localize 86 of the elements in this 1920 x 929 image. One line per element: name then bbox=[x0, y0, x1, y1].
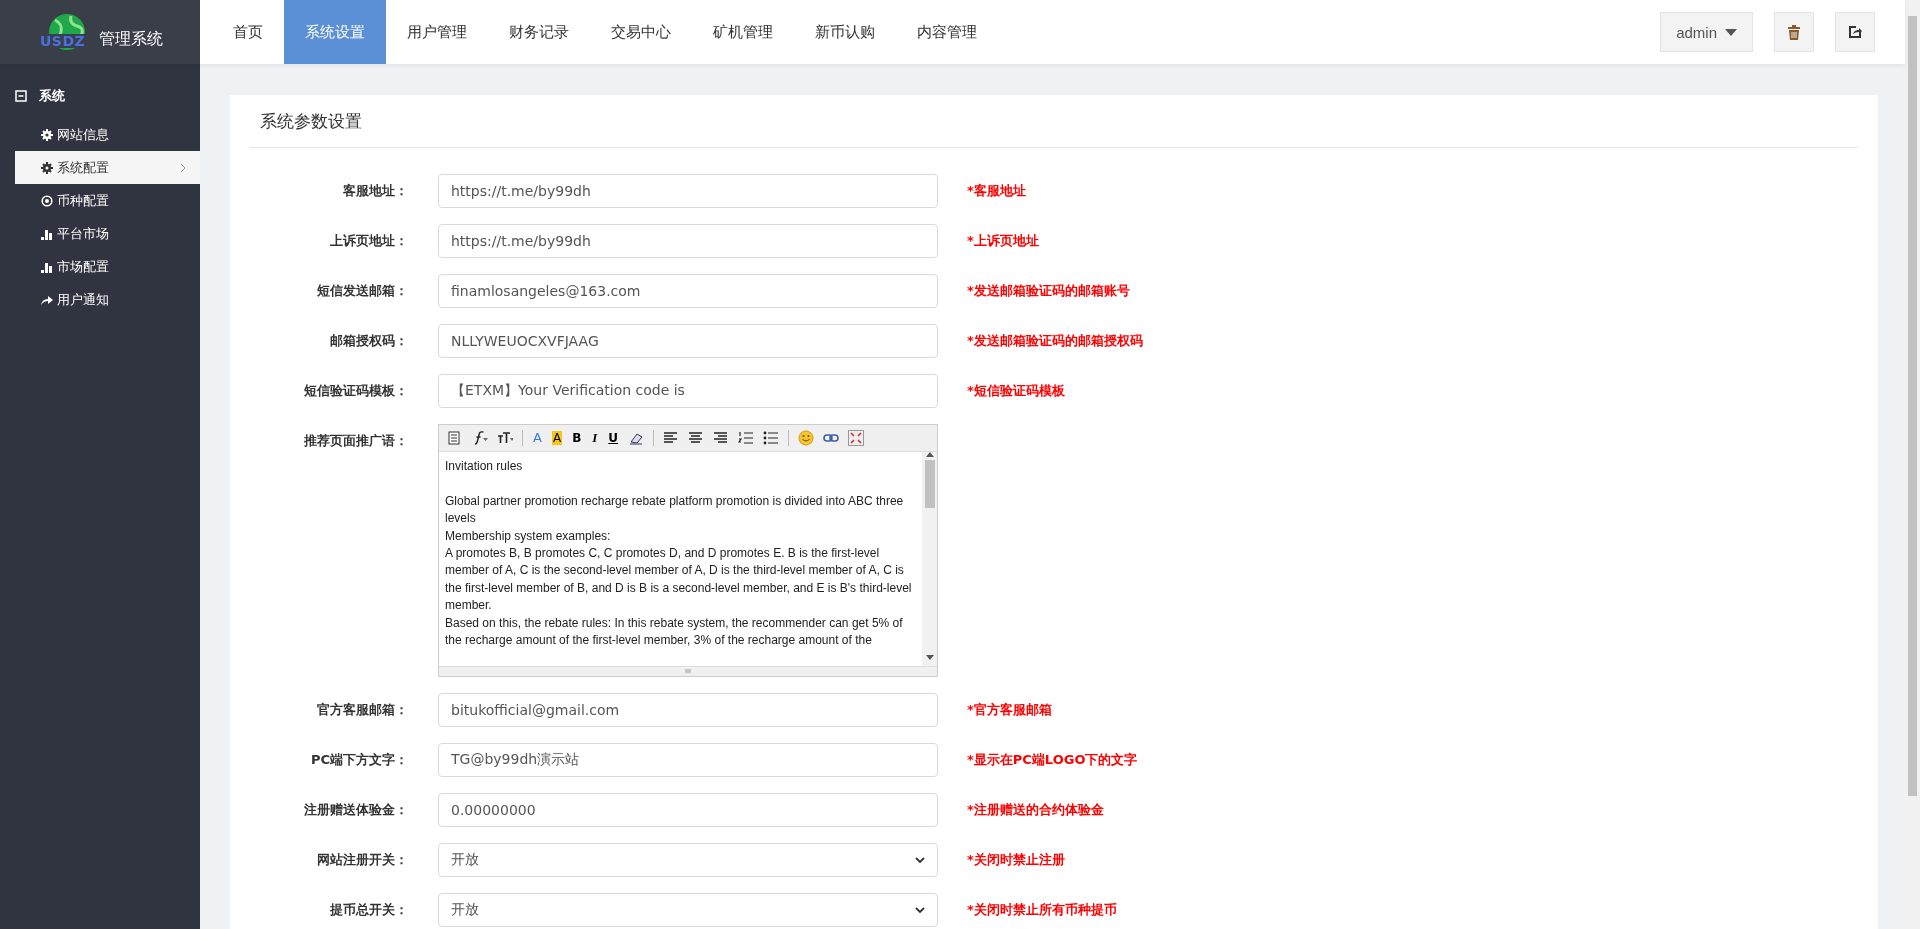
select-field[interactable]: 开放 bbox=[438, 893, 938, 927]
sidebar-item[interactable]: 币种配置 bbox=[15, 184, 200, 217]
nav-tab[interactable]: 用户管理 bbox=[386, 0, 488, 64]
scrollbar-thumb[interactable] bbox=[1908, 16, 1917, 796]
page-scrollbar[interactable] bbox=[1905, 0, 1920, 929]
field-label: 短信验证码模板： bbox=[303, 382, 409, 400]
chevron-icon bbox=[915, 856, 925, 864]
gear-icon bbox=[41, 128, 53, 141]
user-menu-button[interactable]: admin bbox=[1660, 12, 1753, 52]
field-hint: *关闭时禁止所有币种提币 bbox=[967, 901, 1117, 919]
sidebar-item[interactable]: 网站信息 bbox=[15, 118, 200, 151]
text-field[interactable]: 0.00000000 bbox=[438, 793, 938, 827]
field-hint: *短信验证码模板 bbox=[967, 382, 1065, 400]
field-label: 客服地址： bbox=[342, 182, 409, 200]
font-color-button[interactable]: A bbox=[532, 431, 543, 445]
sidebar-item[interactable]: 系统配置 bbox=[15, 151, 200, 184]
card-title: 系统参数设置 bbox=[260, 110, 362, 133]
field-hint: *关闭时禁止注册 bbox=[967, 851, 1065, 869]
rich-text-editor[interactable] bbox=[438, 424, 938, 677]
text-field[interactable]: https://t.me/by99dh bbox=[438, 174, 938, 208]
field-label: 提币总开关： bbox=[329, 901, 409, 919]
sidebar-group-label[interactable]: 系统 bbox=[39, 87, 65, 105]
text-field[interactable]: 【ETXM】Your Verification code is bbox=[438, 374, 938, 408]
field-hint: *官方客服邮箱 bbox=[967, 701, 1052, 719]
align-center-icon[interactable] bbox=[688, 430, 705, 446]
italic-button[interactable]: I bbox=[591, 431, 599, 445]
sidebar-item[interactable]: 用户通知 bbox=[15, 283, 200, 316]
trash-icon bbox=[1788, 24, 1800, 40]
nav-tab[interactable]: 首页 bbox=[212, 0, 284, 64]
text-field[interactable]: bitukofficial@gmail.com bbox=[438, 693, 938, 727]
text-field[interactable]: https://t.me/by99dh bbox=[438, 224, 938, 258]
logout-button[interactable] bbox=[1835, 12, 1875, 52]
chevron-icon bbox=[915, 906, 925, 914]
scroll-down-icon[interactable] bbox=[925, 655, 934, 660]
sidebar-item[interactable]: 市场配置 bbox=[15, 250, 200, 283]
field-label: 网站注册开关： bbox=[316, 851, 409, 869]
logo-text: USDZ bbox=[39, 34, 87, 48]
chevron-icon bbox=[180, 162, 186, 173]
nav-tab[interactable]: 内容管理 bbox=[896, 0, 998, 64]
fullscreen-icon[interactable] bbox=[848, 430, 865, 446]
nav-tab[interactable]: 交易中心 bbox=[590, 0, 692, 64]
bar-chart-icon bbox=[41, 260, 53, 273]
text-field[interactable]: NLLYWEUOCXVFJAAG bbox=[438, 324, 938, 358]
nav-tab[interactable]: 财务记录 bbox=[488, 0, 590, 64]
align-right-icon[interactable] bbox=[713, 430, 730, 446]
text-field[interactable]: finamlosangeles@163.com bbox=[438, 274, 938, 308]
trash-button[interactable] bbox=[1774, 12, 1814, 52]
clipboard-icon[interactable] bbox=[447, 430, 463, 446]
field-hint: *注册赠送的合约体验金 bbox=[967, 801, 1104, 819]
text-field[interactable]: TG@by99dh演示站 bbox=[438, 743, 938, 777]
bullet-list-icon[interactable] bbox=[763, 430, 780, 446]
arrow-icon bbox=[41, 293, 53, 306]
field-hint: *发送邮箱验证码的邮箱账号 bbox=[967, 282, 1130, 300]
field-hint: *发送邮箱验证码的邮箱授权码 bbox=[967, 332, 1143, 350]
editor-scrollbar[interactable] bbox=[922, 452, 937, 666]
sidebar-item[interactable]: 平台市场 bbox=[15, 217, 200, 250]
select-field[interactable]: 开放 bbox=[438, 843, 938, 877]
resize-handle[interactable] bbox=[439, 666, 937, 676]
nav-tab[interactable]: 新币认购 bbox=[794, 0, 896, 64]
scrollbar-thumb[interactable] bbox=[924, 460, 935, 508]
gear-icon bbox=[41, 161, 53, 174]
smiley-icon[interactable] bbox=[798, 430, 815, 446]
field-label: 注册赠送体验金： bbox=[303, 801, 409, 819]
editor-content[interactable]: Invitation rules Global partner promotion recharge rebate platform promotion is divided into ABC three levels Membership system examples: A promotes B, B promotes C, C promotes D, and D promotes E. B is the first-level member of A, C is the second-level member of A, D is the third-level member of A, C is the first-level member of B, and D is B is a second-level member, and E is B's third-level member. Based on this, the rebate rules: In this rebate system, the recommender can get 5% of the recharge amount of the first-level member, 3% of the recharge amount of the bbox=[439, 452, 922, 666]
highlight-button[interactable]: A bbox=[551, 431, 563, 445]
nav-tab[interactable]: 矿机管理 bbox=[692, 0, 794, 64]
bar-chart-icon bbox=[41, 227, 53, 240]
field-hint: *客服地址 bbox=[967, 182, 1026, 200]
font-icon[interactable] bbox=[472, 430, 488, 446]
field-hint: *显示在PC端LOGO下的文字 bbox=[967, 751, 1138, 769]
text-size-icon[interactable] bbox=[497, 430, 513, 446]
align-left-icon[interactable] bbox=[663, 430, 680, 446]
field-label: PC端下方文字： bbox=[309, 751, 409, 769]
field-hint: *上诉页地址 bbox=[967, 232, 1039, 250]
caret-icon bbox=[1725, 28, 1737, 36]
field-label: 短信发送邮箱： bbox=[316, 282, 409, 300]
app-title: 管理系统 bbox=[99, 28, 163, 50]
field-label: 上诉页地址： bbox=[329, 232, 409, 250]
export-icon bbox=[1848, 25, 1862, 39]
field-label: 邮箱授权码： bbox=[329, 332, 409, 350]
underline-button[interactable]: U bbox=[607, 431, 620, 445]
target-icon bbox=[41, 194, 53, 207]
field-label: 官方客服邮箱： bbox=[316, 701, 409, 719]
bold-button[interactable]: B bbox=[571, 431, 583, 445]
numbered-list-icon[interactable] bbox=[738, 430, 755, 446]
field-label: 推荐页面推广语： bbox=[303, 432, 409, 450]
